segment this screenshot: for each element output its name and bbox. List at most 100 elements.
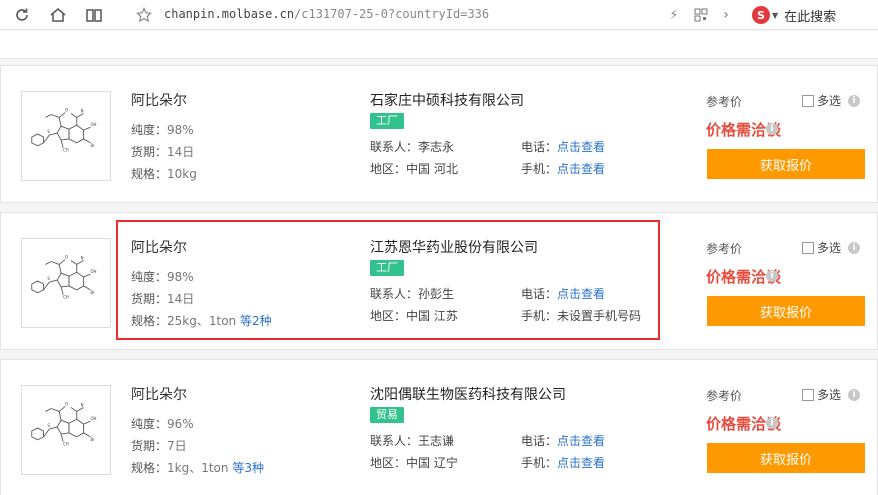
- contact-value: 王志谦: [418, 434, 455, 448]
- supplier-type-badge: 工厂: [370, 260, 404, 276]
- info-icon[interactable]: i: [848, 95, 860, 107]
- region-value: 中国 河北: [406, 162, 458, 176]
- lead-time-label: 货期：: [131, 292, 168, 306]
- previous-listing-edge: [0, 31, 878, 59]
- multi-select-checkbox[interactable]: 多选: [802, 386, 841, 403]
- favorite-star-icon[interactable]: [134, 5, 154, 25]
- spec-row: 规格：10kg: [131, 165, 197, 182]
- product-image[interactable]: O OH Br N CH S: [21, 91, 111, 181]
- supplier-type-badge: 工厂: [370, 113, 404, 129]
- company-name[interactable]: 石家庄中硕科技有限公司: [370, 90, 524, 110]
- svg-text:Br: Br: [90, 290, 95, 295]
- view-phone-link[interactable]: 点击查看: [557, 140, 605, 154]
- purity-value: 98%: [167, 123, 194, 137]
- spec-value: 25kg、1ton: [167, 314, 237, 328]
- spec-row: 规格：25kg、1ton 等2种: [131, 312, 272, 329]
- svg-text:CH: CH: [63, 148, 69, 153]
- product-name[interactable]: 阿比朵尔: [131, 90, 187, 110]
- lead-time-row: 货期：7日: [131, 437, 187, 454]
- lead-time-value: 14日: [167, 292, 195, 306]
- svg-text:CH: CH: [63, 442, 69, 447]
- purity-value: 98%: [167, 270, 194, 284]
- phone-label: 电话：: [521, 140, 558, 154]
- purity-row: 纯度：96%: [131, 415, 194, 432]
- chevron-right-icon[interactable]: ›: [716, 5, 736, 25]
- get-quote-button[interactable]: 获取报价: [707, 149, 865, 179]
- reference-price-label: 参考价: [706, 389, 743, 403]
- view-phone-link[interactable]: 点击查看: [557, 287, 605, 301]
- svg-text:OH: OH: [90, 269, 96, 274]
- spec-row: 规格：1kg、1ton 等3种: [131, 459, 264, 476]
- company-name[interactable]: 江苏恩华药业股份有限公司: [370, 237, 538, 257]
- product-image[interactable]: O OH Br N CH S: [21, 385, 111, 475]
- svg-text:S: S: [47, 276, 50, 281]
- lead-time-value: 7日: [167, 439, 187, 453]
- mobile-label: 手机：: [521, 309, 558, 323]
- lead-time-row: 货期：14日: [131, 290, 194, 307]
- phone-row: 电话：点击查看: [521, 432, 605, 449]
- purity-row: 纯度：98%: [131, 268, 194, 285]
- mobile-row: 手机：点击查看: [521, 160, 605, 177]
- product-image[interactable]: O OH Br N CH S: [21, 238, 111, 328]
- home-icon[interactable]: [48, 5, 68, 25]
- contact-label: 联系人：: [370, 140, 419, 154]
- reference-price-label: 参考价: [706, 95, 743, 109]
- price-info-icon[interactable]: i: [766, 123, 778, 135]
- view-mobile-link[interactable]: 点击查看: [557, 456, 605, 470]
- molecule-structure-icon: O OH Br N CH S: [31, 255, 97, 300]
- multi-select-label: 多选: [817, 241, 842, 255]
- region-row: 地区：中国 辽宁: [370, 454, 458, 471]
- region-label: 地区：: [370, 456, 407, 470]
- more-specs-link[interactable]: 等2种: [240, 314, 272, 328]
- region-value: 中国 江苏: [406, 309, 458, 323]
- svg-text:N: N: [81, 256, 84, 261]
- view-phone-link[interactable]: 点击查看: [557, 434, 605, 448]
- info-icon[interactable]: i: [848, 389, 860, 401]
- svg-text:N: N: [81, 109, 84, 114]
- spec-value: 1kg、1ton: [167, 461, 229, 475]
- region-row: 地区：中国 江苏: [370, 307, 458, 324]
- price-info-icon[interactable]: i: [766, 270, 778, 282]
- contact-value: 李志永: [418, 140, 455, 154]
- contact-row: 联系人：孙彭生: [370, 285, 454, 302]
- spec-value: 10kg: [167, 167, 197, 181]
- view-mobile-link[interactable]: 点击查看: [557, 162, 605, 176]
- reference-price-label: 参考价: [706, 242, 743, 256]
- get-quote-button[interactable]: 获取报价: [707, 443, 865, 473]
- company-name[interactable]: 沈阳偶联生物医药科技有限公司: [370, 384, 566, 404]
- product-name[interactable]: 阿比朵尔: [131, 237, 187, 257]
- phone-row: 电话：点击查看: [521, 285, 605, 302]
- checkbox-box[interactable]: [802, 94, 814, 107]
- info-icon[interactable]: i: [848, 242, 860, 254]
- svg-text:S: S: [47, 129, 50, 134]
- spec-label: 规格：: [131, 461, 168, 475]
- more-specs-link[interactable]: 等3种: [232, 461, 264, 475]
- region-label: 地区：: [370, 162, 407, 176]
- reload-icon[interactable]: [12, 5, 32, 25]
- address-bar[interactable]: chanpin.molbase.cn/c131707-25-0?countryI…: [164, 7, 489, 21]
- contact-row: 联系人：李志永: [370, 138, 454, 155]
- molecule-structure-icon: O OH Br N CH S: [31, 402, 97, 447]
- purity-label: 纯度：: [131, 123, 168, 137]
- product-name[interactable]: 阿比朵尔: [131, 384, 187, 404]
- qr-code-icon[interactable]: [691, 5, 711, 25]
- price-info-icon[interactable]: i: [766, 417, 778, 429]
- product-listing-card: O OH Br N CH S 阿比朵尔 纯度：96% 货期：7日 规格：1kg、1ton …: [0, 359, 878, 495]
- lightning-icon[interactable]: ⚡: [664, 5, 684, 25]
- reader-icon[interactable]: [84, 5, 104, 25]
- svg-text:OH: OH: [90, 122, 96, 127]
- checkbox-box[interactable]: [802, 388, 814, 401]
- phone-row: 电话：点击查看: [521, 138, 605, 155]
- search-engine-box[interactable]: S ▼ 在此搜索: [752, 5, 836, 25]
- svg-text:OH: OH: [90, 416, 96, 421]
- checkbox-box[interactable]: [802, 241, 814, 254]
- svg-text:Br: Br: [90, 143, 95, 148]
- purity-label: 纯度：: [131, 270, 168, 284]
- phone-label: 电话：: [521, 287, 558, 301]
- lead-time-label: 货期：: [131, 439, 168, 453]
- dropdown-caret-icon[interactable]: ▼: [772, 11, 778, 20]
- multi-select-checkbox[interactable]: 多选: [802, 92, 841, 109]
- multi-select-checkbox[interactable]: 多选: [802, 239, 841, 256]
- purity-label: 纯度：: [131, 417, 168, 431]
- get-quote-button[interactable]: 获取报价: [707, 296, 865, 326]
